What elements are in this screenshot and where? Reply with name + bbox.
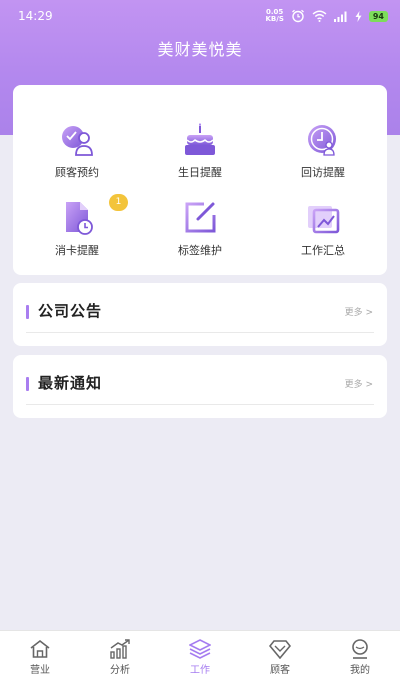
notice-card: 最新通知 更多 > bbox=[13, 355, 387, 418]
status-icons: 0.05 KB/S 94 bbox=[265, 8, 388, 23]
feature-grid-card: 顾客预约 生日提醒 回访提醒 消卡提醒 标签维护 工作汇总 bbox=[13, 85, 387, 275]
tab-label: 营业 bbox=[30, 665, 50, 676]
grid-item-label: 顾客预约 bbox=[55, 166, 99, 179]
grid-item-work-summary[interactable]: 工作汇总 bbox=[263, 201, 383, 281]
user-avatar-icon bbox=[352, 639, 368, 659]
grid-item-label: 消卡提醒 bbox=[55, 244, 99, 257]
alarm-icon bbox=[291, 9, 304, 23]
status-time: 14:29 bbox=[18, 9, 53, 23]
layers-icon bbox=[189, 639, 211, 659]
tab-mine[interactable]: 我的 bbox=[320, 631, 400, 678]
tab-customers[interactable]: 顾客 bbox=[240, 631, 320, 678]
card-consumption-icon bbox=[66, 202, 93, 235]
announcement-title: 公司公告 bbox=[38, 302, 103, 320]
charging-icon bbox=[355, 10, 362, 22]
home-icon bbox=[30, 639, 50, 658]
return-visit-clock-icon bbox=[308, 125, 336, 156]
grid-item-tag-maintenance[interactable]: 标签维护 bbox=[140, 201, 260, 281]
section-divider bbox=[26, 332, 374, 333]
announcement-card: 公司公告 更多 > bbox=[13, 283, 387, 346]
grid-item-label: 生日提醒 bbox=[178, 166, 222, 179]
grid-item-card-reminder[interactable]: 消卡提醒 bbox=[17, 201, 137, 281]
grid-item-label: 回访提醒 bbox=[301, 166, 345, 179]
grid-item-customer-appointment[interactable]: 顾客预约 bbox=[17, 123, 137, 203]
wifi-icon bbox=[312, 10, 327, 22]
battery-indicator: 94 bbox=[368, 10, 388, 22]
tab-label: 分析 bbox=[110, 665, 130, 676]
card-reminder-badge: 1 bbox=[109, 194, 128, 211]
grid-item-return-visit-reminder[interactable]: 回访提醒 bbox=[263, 123, 383, 203]
tab-business[interactable]: 营业 bbox=[0, 631, 80, 678]
section-divider bbox=[26, 404, 374, 405]
grid-item-birthday-reminder[interactable]: 生日提醒 bbox=[140, 123, 260, 203]
birthday-cake-icon bbox=[185, 123, 215, 155]
section-accent-bar bbox=[26, 305, 29, 319]
tab-analysis[interactable]: 分析 bbox=[80, 631, 160, 678]
signal-icon bbox=[333, 11, 347, 22]
customer-appointment-icon bbox=[62, 126, 93, 156]
announcement-more-link[interactable]: 更多 > bbox=[345, 305, 373, 318]
diamond-icon bbox=[269, 640, 291, 659]
notice-more-link[interactable]: 更多 > bbox=[345, 377, 373, 390]
analysis-chart-icon bbox=[110, 639, 130, 659]
grid-item-label: 标签维护 bbox=[178, 244, 222, 257]
section-accent-bar bbox=[26, 377, 29, 391]
app-title: 美财美悦美 bbox=[157, 40, 243, 59]
tab-work[interactable]: 工作 bbox=[160, 631, 240, 678]
work-summary-icon bbox=[308, 206, 340, 234]
tab-label: 顾客 bbox=[270, 665, 290, 676]
tab-label: 工作 bbox=[190, 665, 210, 676]
notice-title: 最新通知 bbox=[38, 374, 103, 392]
net-speed: 0.05 KB/S bbox=[265, 8, 284, 23]
grid-item-label: 工作汇总 bbox=[301, 244, 345, 257]
tab-label: 我的 bbox=[350, 665, 370, 676]
tag-edit-icon bbox=[185, 202, 216, 233]
bottom-tab-bar: 营业 分析 工作 顾客 我的 bbox=[0, 630, 400, 678]
status-bar: 14:29 0.05 KB/S 94 bbox=[0, 0, 400, 32]
